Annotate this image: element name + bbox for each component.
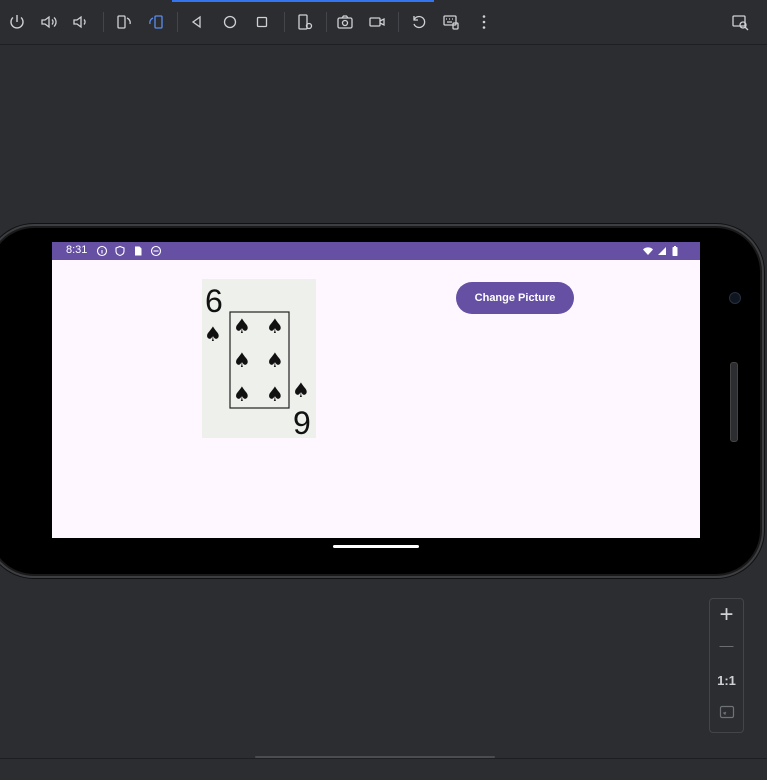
wifi-icon: [643, 247, 653, 255]
overview-icon[interactable]: [251, 11, 273, 33]
gesture-home-bar[interactable]: [333, 545, 419, 548]
device-settings-icon[interactable]: [294, 11, 316, 33]
zoom-out-button[interactable]: —: [710, 637, 743, 653]
svg-text:♠: ♠: [292, 378, 310, 402]
rotate-right-icon[interactable]: [145, 11, 167, 33]
signal-icon: [658, 247, 666, 255]
toolbar-separator: [398, 12, 399, 32]
fit-screen-icon: [719, 705, 734, 719]
power-icon[interactable]: [6, 11, 28, 33]
six-of-spades: 6 9 ♠ ♠ ♠ ♠ ♠ ♠ ♠ ♠: [202, 279, 316, 441]
volume-up-icon[interactable]: [38, 11, 60, 33]
front-camera: [729, 292, 741, 304]
svg-text:6: 6: [205, 283, 223, 319]
battery-icon: [672, 246, 678, 256]
keyboard-icon[interactable]: [440, 11, 462, 33]
reset-icon[interactable]: [408, 11, 430, 33]
svg-text:♠: ♠: [233, 314, 251, 338]
side-button: [730, 362, 738, 442]
status-time: 8:31: [66, 244, 88, 256]
shield-icon: [115, 245, 125, 257]
toolbar-separator: [103, 12, 104, 32]
device-screen: 8:31 6 9 ♠ ♠ ♠ ♠ ♠ ♠ ♠ ♠ Change Picture: [52, 242, 700, 538]
screenshot-icon[interactable]: [334, 11, 356, 33]
svg-text:♠: ♠: [266, 348, 284, 372]
svg-text:♠: ♠: [233, 382, 251, 406]
bottom-divider: [0, 758, 767, 759]
change-picture-button[interactable]: Change Picture: [456, 282, 574, 314]
svg-text:9: 9: [293, 405, 311, 438]
app-notification-icon: [150, 245, 162, 257]
volume-down-icon[interactable]: [69, 11, 91, 33]
toolbar-separator: [284, 12, 285, 32]
home-icon[interactable]: [219, 11, 241, 33]
svg-text:♠: ♠: [266, 382, 284, 406]
screen-record-icon[interactable]: [366, 11, 388, 33]
svg-text:♠: ♠: [266, 314, 284, 338]
playing-card-image: 6 9 ♠ ♠ ♠ ♠ ♠ ♠ ♠ ♠: [202, 279, 316, 441]
zoom-controls: + — 1:1: [709, 598, 744, 733]
zoom-fit-button[interactable]: [710, 704, 743, 725]
more-icon[interactable]: [473, 11, 495, 33]
svg-text:♠: ♠: [233, 348, 251, 372]
svg-text:♠: ♠: [204, 322, 222, 346]
status-bar: 8:31: [52, 242, 700, 260]
zoom-actual-size-button[interactable]: 1:1: [710, 673, 743, 688]
rotate-left-icon[interactable]: [113, 11, 135, 33]
sim-card-icon: [135, 246, 142, 256]
inspect-icon[interactable]: [729, 11, 751, 33]
back-icon[interactable]: [186, 11, 208, 33]
toolbar-separator: [326, 12, 327, 32]
zoom-in-button[interactable]: +: [710, 601, 743, 629]
info-icon: [96, 245, 108, 257]
emulator-toolbar: [0, 0, 767, 45]
toolbar-separator: [177, 12, 178, 32]
